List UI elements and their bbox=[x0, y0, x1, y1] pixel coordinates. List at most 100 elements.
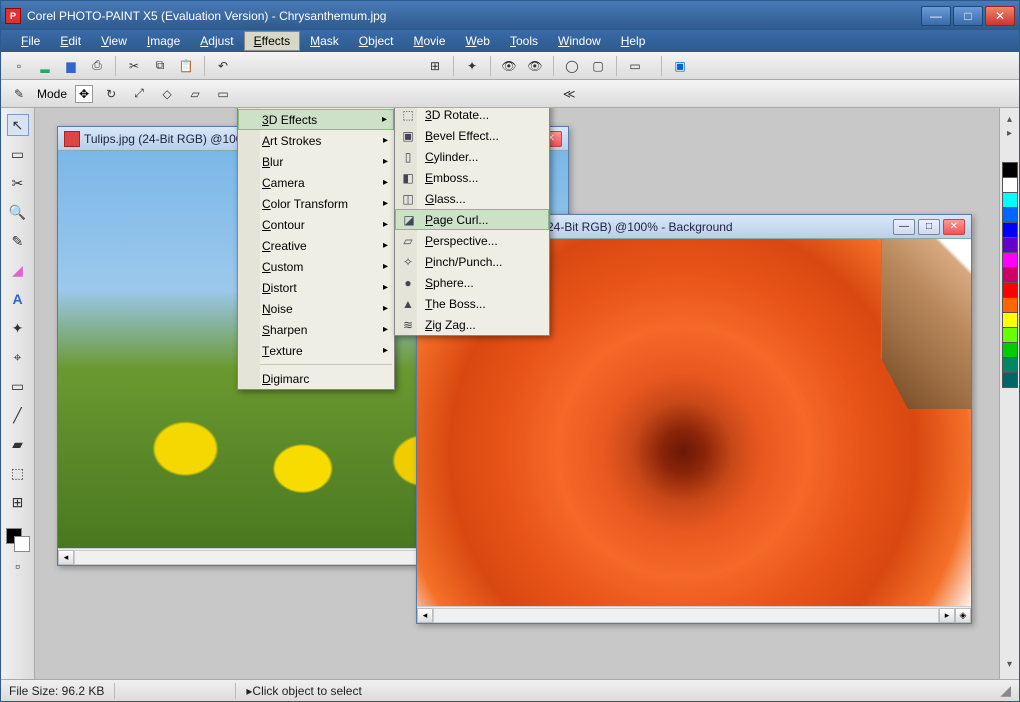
close-button[interactable]: ✕ bbox=[985, 6, 1015, 26]
doc-close[interactable]: ✕ bbox=[943, 219, 965, 235]
mode-rotate[interactable]: ↻ bbox=[101, 84, 121, 104]
3d-item-sphere-[interactable]: ●Sphere... bbox=[395, 272, 549, 293]
reset-swatch[interactable]: ▫ bbox=[7, 559, 29, 573]
3d-item-emboss-[interactable]: ◧Emboss... bbox=[395, 167, 549, 188]
undo-button[interactable]: ↶ bbox=[213, 56, 233, 76]
launch-button[interactable]: ▣ bbox=[670, 56, 690, 76]
effects-item-color-transform[interactable]: Color Transform▸ bbox=[238, 193, 394, 214]
clone-tool[interactable]: ⌖ bbox=[7, 346, 29, 368]
mode-distort[interactable]: ▱ bbox=[185, 84, 205, 104]
cut-button[interactable]: ✂ bbox=[124, 56, 144, 76]
open-button[interactable]: ▂ bbox=[35, 56, 55, 76]
menu-adjust[interactable]: Adjust bbox=[190, 31, 243, 51]
line-tool[interactable]: ╱ bbox=[7, 404, 29, 426]
palette-color[interactable] bbox=[1002, 357, 1018, 373]
menu-effects[interactable]: Effects bbox=[244, 31, 300, 51]
titlebar[interactable]: P Corel PHOTO-PAINT X5 (Evaluation Versi… bbox=[1, 1, 1019, 30]
hscroll[interactable]: ◂▸◈ bbox=[417, 606, 971, 623]
eye-a-button[interactable]: 👁 bbox=[499, 56, 519, 76]
palette-color[interactable] bbox=[1002, 312, 1018, 328]
resize-grip[interactable]: ◢ bbox=[1000, 682, 1011, 699]
image-slice-tool[interactable]: ⊞ bbox=[7, 491, 29, 513]
3d-item-glass-[interactable]: ◫Glass... bbox=[395, 188, 549, 209]
effects-item-distort[interactable]: Distort▸ bbox=[238, 277, 394, 298]
3d-item--d-rotate-[interactable]: ⬚3D Rotate... bbox=[395, 108, 549, 125]
screen-button[interactable]: ▭ bbox=[625, 56, 645, 76]
mode-persp[interactable]: ▭ bbox=[213, 84, 233, 104]
eyedropper-tool[interactable]: ✎ bbox=[7, 230, 29, 252]
palette-color[interactable] bbox=[1002, 267, 1018, 283]
palette-color[interactable] bbox=[1002, 162, 1018, 178]
menu-mask[interactable]: Mask bbox=[300, 31, 349, 51]
palette-color[interactable] bbox=[1002, 297, 1018, 313]
circle-button[interactable]: ◯ bbox=[562, 56, 582, 76]
menu-file[interactable]: File bbox=[11, 31, 50, 51]
menu-web[interactable]: Web bbox=[456, 31, 500, 51]
doc-max[interactable]: □ bbox=[918, 219, 940, 235]
tool-a[interactable]: ⊞ bbox=[425, 56, 445, 76]
menu-window[interactable]: Window bbox=[548, 31, 611, 51]
menu-object[interactable]: Object bbox=[349, 31, 404, 51]
doc-min[interactable]: — bbox=[893, 219, 915, 235]
palette-color[interactable] bbox=[1002, 282, 1018, 298]
redeye-tool[interactable]: ✦ bbox=[7, 317, 29, 339]
menu-movie[interactable]: Movie bbox=[404, 31, 456, 51]
effects-item-camera[interactable]: Camera▸ bbox=[238, 172, 394, 193]
mode-move[interactable]: ✥ bbox=[75, 85, 93, 103]
effects-item-noise[interactable]: Noise▸ bbox=[238, 298, 394, 319]
color-swatches[interactable] bbox=[6, 528, 30, 552]
menu-view[interactable]: View bbox=[91, 31, 137, 51]
effects-item-sharpen[interactable]: Sharpen▸ bbox=[238, 319, 394, 340]
mask-rect-tool[interactable]: ▭ bbox=[7, 143, 29, 165]
crop-tool[interactable]: ✂ bbox=[7, 172, 29, 194]
palette-color[interactable] bbox=[1002, 372, 1018, 388]
3d-item-bevel-effect-[interactable]: ▣Bevel Effect... bbox=[395, 125, 549, 146]
menu-tools[interactable]: Tools bbox=[500, 31, 548, 51]
effects-item-art-strokes[interactable]: Art Strokes▸ bbox=[238, 130, 394, 151]
3d-item-perspective-[interactable]: ▱Perspective... bbox=[395, 230, 549, 251]
rect-shape-tool[interactable]: ▭ bbox=[7, 375, 29, 397]
interactive-tool[interactable]: ⬚ bbox=[7, 462, 29, 484]
3d-item-cylinder-[interactable]: ▯Cylinder... bbox=[395, 146, 549, 167]
save-button[interactable]: ▆ bbox=[61, 56, 81, 76]
print-button[interactable]: ⎙ bbox=[87, 56, 107, 76]
copy-button[interactable]: ⧉ bbox=[150, 56, 170, 76]
mode-skew[interactable]: ◇ bbox=[157, 84, 177, 104]
wand-button[interactable]: ✦ bbox=[462, 56, 482, 76]
effects-item-blur[interactable]: Blur▸ bbox=[238, 151, 394, 172]
effects-item-custom[interactable]: Custom▸ bbox=[238, 256, 394, 277]
effects-menu-dropdown[interactable]: Repeat▸3D Effects▸Art Strokes▸Blur▸Camer… bbox=[237, 108, 395, 390]
palette-color[interactable] bbox=[1002, 342, 1018, 358]
effects-item-digimarc[interactable]: Digimarc bbox=[238, 368, 394, 389]
zoom-tool[interactable]: 🔍 bbox=[7, 201, 29, 223]
effects-item-texture[interactable]: Texture▸ bbox=[238, 340, 394, 361]
palette-color[interactable] bbox=[1002, 252, 1018, 268]
paste-button[interactable]: 📋 bbox=[176, 56, 196, 76]
palette-up[interactable]: ▴ bbox=[1007, 114, 1012, 128]
text-tool[interactable]: A bbox=[7, 288, 29, 310]
eye-b-button[interactable]: 👁 bbox=[525, 56, 545, 76]
mode-scale[interactable]: ⤢ bbox=[129, 84, 149, 104]
palette-color[interactable] bbox=[1002, 192, 1018, 208]
menu-help[interactable]: Help bbox=[611, 31, 656, 51]
3d-item-page-curl-[interactable]: ◪Page Curl... bbox=[395, 209, 549, 230]
wand2-button[interactable]: ✎ bbox=[9, 84, 29, 104]
palette-color[interactable] bbox=[1002, 327, 1018, 343]
palette-color[interactable] bbox=[1002, 222, 1018, 238]
eraser-tool[interactable]: ◢ bbox=[7, 259, 29, 281]
palette-down[interactable]: ▾ bbox=[1007, 659, 1012, 673]
nav-prev[interactable]: ≪ bbox=[559, 84, 579, 104]
palette-flyout[interactable]: ▸ bbox=[1007, 128, 1012, 142]
effects-item-contour[interactable]: Contour▸ bbox=[238, 214, 394, 235]
palette-color[interactable] bbox=[1002, 207, 1018, 223]
3d-effects-submenu[interactable]: ⬚3D Rotate...▣Bevel Effect...▯Cylinder..… bbox=[394, 108, 550, 336]
3d-item-the-boss-[interactable]: ▲The Boss... bbox=[395, 293, 549, 314]
3d-item-zig-zag-[interactable]: ≋Zig Zag... bbox=[395, 314, 549, 335]
effects-item-creative[interactable]: Creative▸ bbox=[238, 235, 394, 256]
palette-color[interactable] bbox=[1002, 237, 1018, 253]
square-button[interactable]: ▢ bbox=[588, 56, 608, 76]
maximize-button[interactable]: □ bbox=[953, 6, 983, 26]
menu-image[interactable]: Image bbox=[137, 31, 190, 51]
palette-color[interactable] bbox=[1002, 177, 1018, 193]
menu-edit[interactable]: Edit bbox=[50, 31, 91, 51]
